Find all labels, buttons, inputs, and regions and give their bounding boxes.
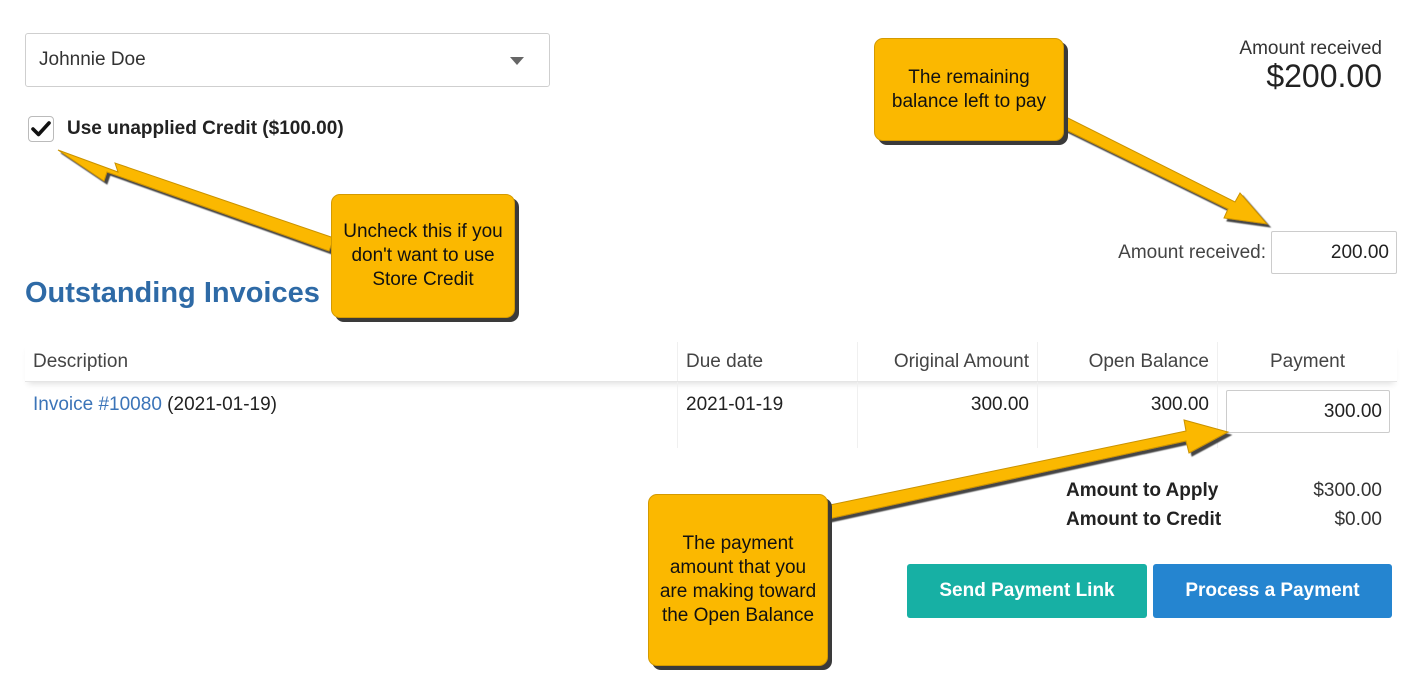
row-payment-cell bbox=[1217, 382, 1397, 448]
header-due-date: Due date bbox=[677, 342, 857, 381]
amount-received-input[interactable] bbox=[1271, 231, 1397, 274]
amount-received-summary-value: $200.00 bbox=[1266, 58, 1382, 94]
amount-to-credit-label: Amount to Credit bbox=[1066, 509, 1222, 530]
payment-summary: Amount to Apply $300.00 Amount to Credit… bbox=[1066, 480, 1382, 538]
row-open-balance: 300.00 bbox=[1037, 382, 1217, 448]
amount-received-summary: Amount received $200.00 bbox=[1239, 38, 1382, 95]
row-description: Invoice #10080 (2021-01-19) bbox=[25, 382, 677, 448]
amount-received-row: Amount received: bbox=[1118, 231, 1397, 274]
amount-to-credit-value: $0.00 bbox=[1334, 509, 1382, 530]
send-payment-link-button[interactable]: Send Payment Link bbox=[907, 564, 1147, 618]
row-due-date: 2021-01-19 bbox=[677, 382, 857, 448]
use-credit-checkbox[interactable] bbox=[28, 116, 54, 142]
invoice-date-text: (2021-01-19) bbox=[161, 394, 278, 415]
use-credit-row: Use unapplied Credit ($100.00) bbox=[28, 116, 344, 142]
invoices-table: Description Due date Original Amount Ope… bbox=[25, 342, 1397, 448]
amount-to-apply-label: Amount to Apply bbox=[1066, 480, 1219, 501]
customer-select[interactable]: Johnnie Doe bbox=[25, 33, 550, 87]
caret-down-icon bbox=[510, 57, 524, 65]
callout-payment-amount: The payment amount that you are making t… bbox=[648, 494, 828, 666]
table-row: Invoice #10080 (2021-01-19) 2021-01-19 3… bbox=[25, 382, 1397, 448]
process-payment-button[interactable]: Process a Payment bbox=[1153, 564, 1392, 618]
arrow-to-amount-received bbox=[1061, 117, 1269, 225]
invoice-link[interactable]: Invoice #10080 bbox=[33, 394, 162, 415]
header-payment: Payment bbox=[1217, 342, 1397, 381]
amount-to-apply-value: $300.00 bbox=[1313, 480, 1382, 501]
payment-input[interactable] bbox=[1226, 390, 1390, 433]
summary-credit-line: Amount to Credit $0.00 bbox=[1066, 509, 1382, 538]
use-credit-label: Use unapplied Credit ($100.00) bbox=[67, 118, 344, 139]
callout-store-credit: Uncheck this if you don't want to use St… bbox=[331, 194, 515, 318]
customer-select-value: Johnnie Doe bbox=[39, 49, 146, 70]
header-original-amount: Original Amount bbox=[857, 342, 1037, 381]
table-header: Description Due date Original Amount Ope… bbox=[25, 342, 1397, 382]
amount-received-summary-label: Amount received bbox=[1239, 38, 1382, 59]
outstanding-invoices-title: Outstanding Invoices bbox=[25, 277, 320, 309]
callout-store-credit-text: Uncheck this if you don't want to use St… bbox=[343, 221, 503, 290]
arrow-to-credit-checkbox bbox=[57, 149, 335, 252]
checkmark-icon bbox=[31, 121, 51, 137]
header-open-balance: Open Balance bbox=[1037, 342, 1217, 381]
callout-remaining-balance-text: The remaining balance left to pay bbox=[891, 66, 1047, 112]
callout-payment-amount-text: The payment amount that you are making t… bbox=[659, 533, 817, 626]
callout-remaining-balance: The remaining balance left to pay bbox=[874, 38, 1064, 141]
header-description: Description bbox=[33, 351, 129, 372]
row-original-amount: 300.00 bbox=[857, 382, 1037, 448]
summary-apply-line: Amount to Apply $300.00 bbox=[1066, 480, 1382, 509]
amount-received-label: Amount received: bbox=[1118, 241, 1266, 263]
